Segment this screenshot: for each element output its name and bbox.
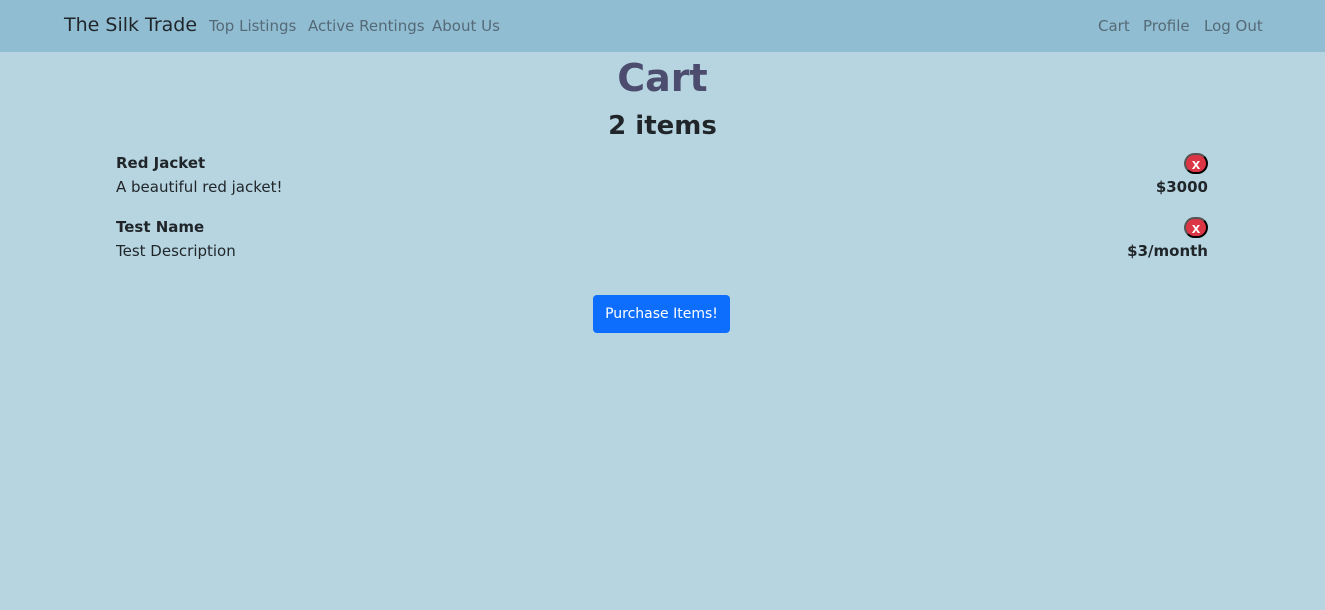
nav-top-listings[interactable]: Top Listings [209, 17, 296, 35]
brand-link[interactable]: The Silk Trade [64, 14, 197, 36]
item-description: A beautiful red jacket! [116, 178, 283, 196]
remove-item-button[interactable]: x [1184, 217, 1208, 238]
item-name: Red Jacket [116, 154, 206, 172]
top-navbar: The Silk Trade Top Listings Active Renti… [0, 0, 1325, 52]
nav-profile[interactable]: Profile [1143, 17, 1190, 35]
item-description: Test Description [116, 242, 236, 260]
nav-cart[interactable]: Cart [1098, 17, 1130, 35]
cart-item: Red Jacket A beautiful red jacket! x $30… [116, 153, 1208, 202]
remove-item-button[interactable]: x [1184, 153, 1208, 174]
item-count: 2 items [608, 111, 717, 141]
item-price: $3000 [1155, 178, 1208, 196]
item-price: $3/month [1127, 242, 1208, 260]
page-title: Cart [617, 56, 708, 100]
purchase-items-button[interactable]: Purchase Items! [593, 295, 730, 333]
item-name: Test Name [116, 218, 205, 236]
nav-active-rentings[interactable]: Active Rentings [308, 17, 425, 35]
nav-log-out[interactable]: Log Out [1204, 17, 1263, 35]
cart-item: Test Name Test Description x $3/month [116, 217, 1208, 266]
nav-about-us[interactable]: About Us [432, 17, 500, 35]
